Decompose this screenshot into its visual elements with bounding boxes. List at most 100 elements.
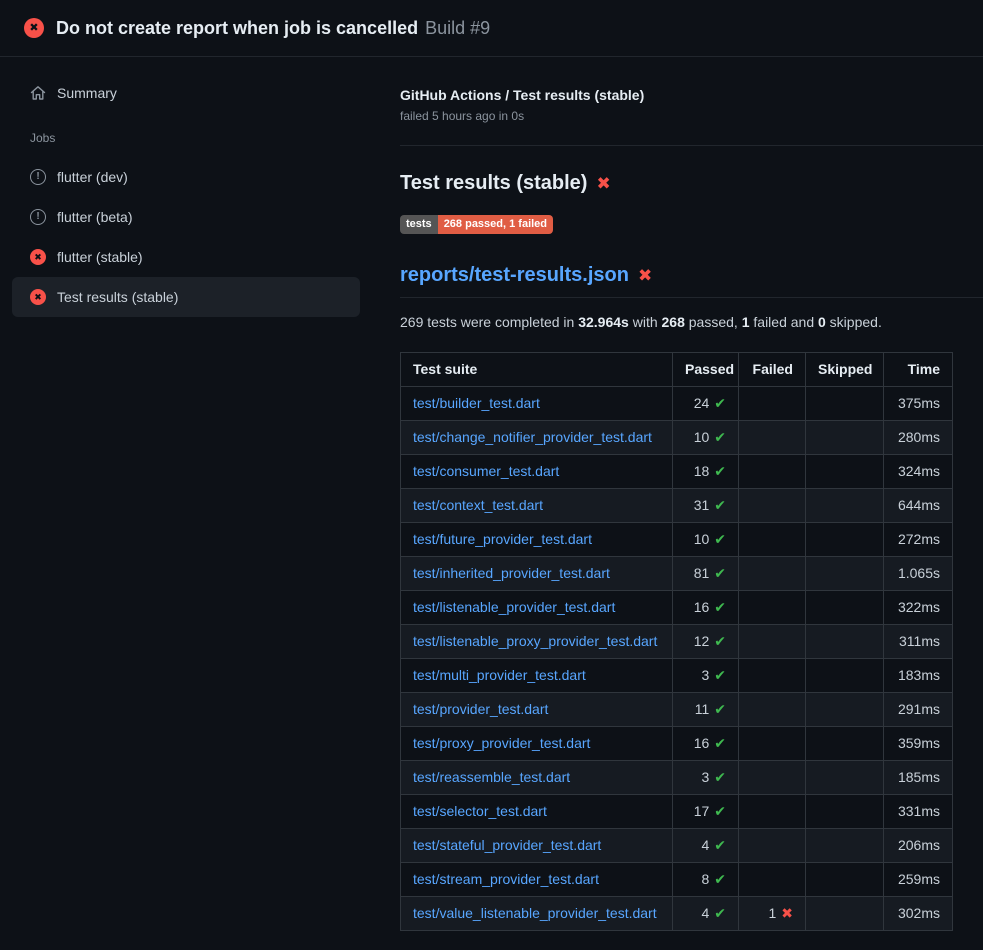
passed-count: 16 bbox=[694, 735, 710, 751]
col-header-time: Time bbox=[884, 353, 953, 387]
sidebar-item-label: Summary bbox=[57, 83, 117, 103]
suite-link[interactable]: test/stream_provider_test.dart bbox=[413, 871, 599, 887]
time-count: 185ms bbox=[898, 769, 940, 785]
breadcrumb: GitHub Actions / Test results (stable) bbox=[400, 87, 983, 103]
sidebar-item-job[interactable]: !flutter (dev) bbox=[12, 157, 360, 197]
table-row: test/consumer_test.dart 18✔ 324ms bbox=[401, 455, 953, 489]
time-count: 311ms bbox=[899, 633, 940, 649]
check-name: Do not create report when job is cancell… bbox=[56, 18, 418, 38]
check-icon: ✔ bbox=[714, 463, 726, 479]
time-count: 302ms bbox=[898, 905, 940, 921]
summary-duration: 32.964s bbox=[578, 314, 629, 330]
time-count: 331ms bbox=[898, 803, 940, 819]
passed-count: 31 bbox=[694, 497, 710, 513]
suite-link[interactable]: test/reassemble_test.dart bbox=[413, 769, 570, 785]
time-count: 206ms bbox=[898, 837, 940, 853]
summary-part: 269 tests were completed in bbox=[400, 314, 578, 330]
table-row: test/listenable_proxy_provider_test.dart… bbox=[401, 625, 953, 659]
suite-link[interactable]: test/context_test.dart bbox=[413, 497, 543, 513]
suite-link[interactable]: test/builder_test.dart bbox=[413, 395, 540, 411]
check-title-text: Test results (stable) bbox=[400, 172, 587, 195]
suite-link[interactable]: test/multi_provider_test.dart bbox=[413, 667, 586, 683]
table-row: test/value_listenable_provider_test.dart… bbox=[401, 897, 953, 931]
passed-count: 11 bbox=[695, 701, 710, 717]
summary-text: 269 tests were completed in 32.964s with… bbox=[400, 314, 983, 330]
badge-value: 268 passed, 1 failed bbox=[438, 215, 553, 234]
build-number: Build #9 bbox=[425, 18, 490, 38]
check-icon: ✔ bbox=[714, 395, 726, 411]
sidebar-item-job[interactable]: !flutter (beta) bbox=[12, 197, 360, 237]
sidebar-item-label: flutter (stable) bbox=[57, 247, 143, 267]
jobs-section-heading: Jobs bbox=[12, 113, 360, 157]
report-file-heading: reports/test-results.json ✖ bbox=[400, 264, 983, 298]
table-row: test/future_provider_test.dart10✔272ms bbox=[401, 523, 953, 557]
check-icon: ✔ bbox=[714, 837, 726, 853]
table-row: test/proxy_provider_test.dart 16✔ 359ms bbox=[401, 727, 953, 761]
passed-count: 4 bbox=[701, 837, 709, 853]
table-row: test/inherited_provider_test.dart81✔1.06… bbox=[401, 557, 953, 591]
suite-link[interactable]: test/proxy_provider_test.dart bbox=[413, 735, 590, 751]
suite-link[interactable]: test/provider_test.dart bbox=[413, 701, 548, 717]
suite-link[interactable]: test/future_provider_test.dart bbox=[413, 531, 592, 547]
passed-count: 10 bbox=[694, 429, 710, 445]
table-row: test/multi_provider_test.dart3✔183ms bbox=[401, 659, 953, 693]
table-row: test/stateful_provider_test.dart 4 ✔ 206ms bbox=[401, 829, 953, 863]
tests-badge: tests 268 passed, 1 failed bbox=[400, 215, 553, 234]
check-icon: ✔ bbox=[714, 769, 726, 785]
sidebar-item-job[interactable]: ✖ flutter (stable) bbox=[12, 237, 360, 277]
page-title: Do not create report when job is cancell… bbox=[56, 18, 490, 39]
time-count: 375ms bbox=[898, 395, 940, 411]
passed-count: 18 bbox=[694, 463, 710, 479]
suite-link[interactable]: test/change_notifier_provider_test.dart bbox=[413, 429, 652, 445]
home-icon bbox=[30, 85, 46, 101]
table-header-row: Test suite Passed Failed Skipped Time bbox=[401, 353, 953, 387]
col-header-failed: Failed bbox=[739, 353, 806, 387]
failed-x-icon: ✖ bbox=[638, 267, 652, 284]
failed-count: 1 bbox=[768, 905, 776, 921]
suite-link[interactable]: test/consumer_test.dart bbox=[413, 463, 559, 479]
time-count: 291ms bbox=[898, 701, 940, 717]
summary-failed-count: 1 bbox=[742, 314, 750, 330]
sidebar-item-job[interactable]: ✖Test results (stable) bbox=[12, 277, 360, 317]
suite-link[interactable]: test/stateful_provider_test.dart bbox=[413, 837, 601, 853]
sidebar-item-summary[interactable]: Summary bbox=[12, 73, 360, 113]
table-row: test/context_test.dart31✔644ms bbox=[401, 489, 953, 523]
sidebar: Summary Jobs !flutter (dev)!flutter (bet… bbox=[0, 57, 372, 950]
time-count: 183ms bbox=[898, 667, 940, 683]
check-icon: ✔ bbox=[714, 871, 726, 887]
passed-count: 4 bbox=[701, 905, 709, 921]
suite-link[interactable]: test/value_listenable_provider_test.dart bbox=[413, 905, 657, 921]
time-count: 280ms bbox=[898, 429, 940, 445]
passed-count: 8 bbox=[701, 871, 709, 887]
time-count: 322ms bbox=[898, 599, 940, 615]
x-circle-icon: ✖ bbox=[30, 289, 46, 305]
table-row: test/listenable_provider_test.dart16✔322… bbox=[401, 591, 953, 625]
check-icon: ✔ bbox=[714, 429, 726, 445]
passed-count: 10 bbox=[694, 531, 710, 547]
summary-part: skipped. bbox=[826, 314, 882, 330]
time-count: 324ms bbox=[898, 463, 940, 479]
failed-x-icon: ✖ bbox=[596, 175, 610, 192]
x-circle-icon: ✖ bbox=[24, 18, 44, 38]
sidebar-item-label: flutter (beta) bbox=[57, 207, 132, 227]
check-icon: ✔ bbox=[714, 497, 726, 513]
suite-link[interactable]: test/listenable_provider_test.dart bbox=[413, 599, 615, 615]
time-count: 359ms bbox=[898, 735, 940, 751]
check-icon: ✔ bbox=[714, 667, 726, 683]
check-icon: ✔ bbox=[714, 633, 726, 649]
check-icon: ✔ bbox=[714, 803, 726, 819]
suite-link[interactable]: test/inherited_provider_test.dart bbox=[413, 565, 610, 581]
suite-link[interactable]: test/listenable_proxy_provider_test.dart bbox=[413, 633, 657, 649]
x-circle-icon: ✖ bbox=[30, 249, 46, 265]
check-icon: ✔ bbox=[714, 565, 726, 581]
passed-count: 81 bbox=[694, 565, 710, 581]
summary-part: passed, bbox=[685, 314, 742, 330]
table-row: test/change_notifier_provider_test.dart 1… bbox=[401, 421, 953, 455]
suite-link[interactable]: test/selector_test.dart bbox=[413, 803, 547, 819]
col-header-passed: Passed bbox=[673, 353, 739, 387]
check-icon: ✔ bbox=[714, 531, 726, 547]
table-row: test/selector_test.dart17✔331ms bbox=[401, 795, 953, 829]
report-file-link[interactable]: reports/test-results.json bbox=[400, 264, 629, 287]
badge-label: tests bbox=[400, 215, 438, 234]
check-icon: ✔ bbox=[714, 735, 726, 751]
